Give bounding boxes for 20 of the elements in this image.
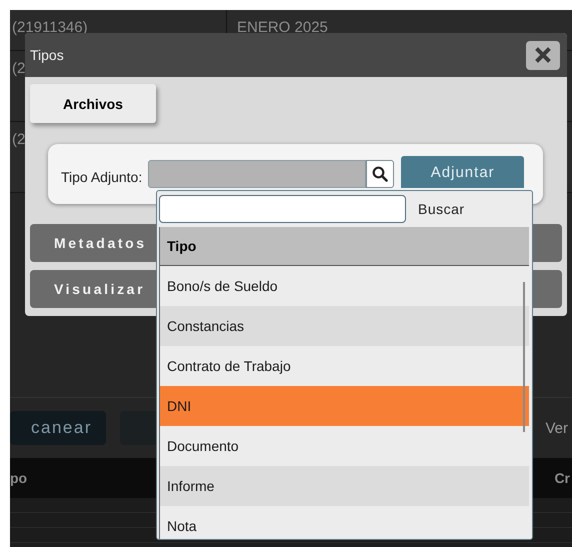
attach-button[interactable]: Adjuntar <box>401 156 524 188</box>
search-button[interactable]: Buscar <box>412 201 471 217</box>
list-item[interactable]: Constancias <box>160 306 529 346</box>
table-cell-text: ENERO 2025 <box>236 18 328 38</box>
search-field[interactable] <box>159 195 406 223</box>
column-header: Tipo <box>160 227 529 266</box>
close-icon <box>535 47 551 63</box>
column-header: Cr <box>554 470 571 486</box>
column-header: po <box>10 470 28 486</box>
scrollbar[interactable] <box>523 282 525 432</box>
close-button[interactable] <box>526 40 560 70</box>
tab[interactable]: Archivos <box>30 84 156 123</box>
field-label: Tipo Adjunto: <box>61 169 142 185</box>
list-item[interactable]: Informe <box>160 466 529 506</box>
link[interactable]: Ver <box>545 420 572 436</box>
scan-button[interactable]: canear <box>10 411 106 445</box>
list-item[interactable]: DNI <box>160 386 529 426</box>
search-icon <box>372 166 388 182</box>
type-field[interactable] <box>148 160 366 188</box>
search-button[interactable] <box>366 160 394 188</box>
